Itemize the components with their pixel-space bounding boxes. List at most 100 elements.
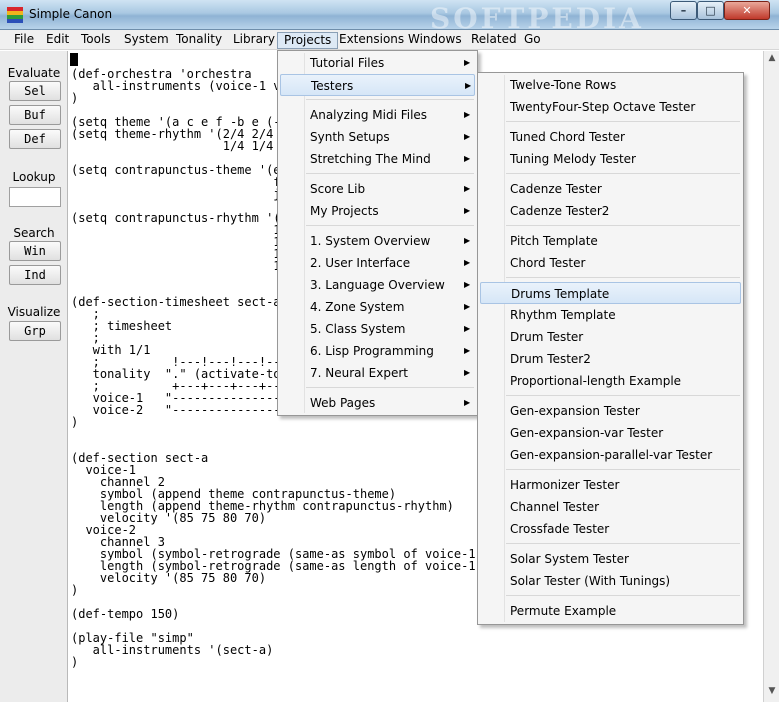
testers-item-proportional-length-example[interactable]: Proportional-length Example	[480, 370, 741, 392]
menu-projects[interactable]: Projects	[277, 32, 339, 49]
projects-menu: Tutorial Files ▶ Testers ▶ Analyzing Midi Fi…	[277, 50, 478, 416]
projects-item-score-lib[interactable]: Score Lib ▶	[280, 178, 475, 200]
menu-extensions[interactable]: Extensions	[333, 32, 410, 49]
vertical-scrollbar[interactable]: ▲ ▼	[763, 51, 779, 702]
projects-item-testers[interactable]: Testers ▶	[280, 74, 475, 96]
projects-item-7-neural-expert[interactable]: 7. Neural Expert ▶	[280, 362, 475, 384]
menu-item-label: My Projects	[310, 204, 379, 218]
submenu-arrow-icon: ▶	[464, 154, 471, 163]
menu-separator	[506, 121, 740, 122]
testers-item-tuning-melody-tester[interactable]: Tuning Melody Tester	[480, 148, 741, 170]
menu-item-label: Score Lib	[310, 182, 366, 196]
menu-edit[interactable]: Edit	[40, 32, 75, 49]
projects-item-2-user-interface[interactable]: 2. User Interface ▶	[280, 252, 475, 274]
testers-item-solar-tester-with-tunings[interactable]: Solar Tester (With Tunings)	[480, 570, 741, 592]
menu-separator	[506, 277, 740, 278]
submenu-arrow-icon: ▶	[464, 132, 471, 141]
win-button[interactable]: Win	[9, 241, 61, 261]
menu-separator	[506, 469, 740, 470]
testers-item-channel-tester[interactable]: Channel Tester	[480, 496, 741, 518]
close-button[interactable]: ✕	[724, 1, 770, 20]
testers-item-cadenze-tester[interactable]: Cadenze Tester	[480, 178, 741, 200]
menu-item-label: 7. Neural Expert	[310, 366, 408, 380]
menu-go[interactable]: Go	[518, 32, 547, 49]
testers-item-twelve-tone-rows[interactable]: Twelve-Tone Rows	[480, 74, 741, 96]
testers-item-twentyfour-step-octave-tester[interactable]: TwentyFour-Step Octave Tester	[480, 96, 741, 118]
menu-separator	[306, 387, 474, 388]
testers-item-harmonizer-tester[interactable]: Harmonizer Tester	[480, 474, 741, 496]
projects-item-5-class-system[interactable]: 5. Class System ▶	[280, 318, 475, 340]
testers-item-tuned-chord-tester[interactable]: Tuned Chord Tester	[480, 126, 741, 148]
tool-panel: Evaluate Sel Buf Def Lookup Search Win I…	[0, 51, 68, 702]
menu-item-label: Permute Example	[510, 604, 617, 618]
menu-separator	[306, 99, 474, 100]
projects-item-4-zone-system[interactable]: 4. Zone System ▶	[280, 296, 475, 318]
testers-item-drums-template[interactable]: Drums Template	[480, 282, 741, 304]
menu-item-label: 4. Zone System	[310, 300, 405, 314]
testers-item-drum-tester[interactable]: Drum Tester	[480, 326, 741, 348]
menu-item-label: TwentyFour-Step Octave Tester	[510, 100, 696, 114]
menu-file[interactable]: File	[8, 32, 40, 49]
sel-button[interactable]: Sel	[9, 81, 61, 101]
submenu-arrow-icon: ▶	[464, 58, 471, 67]
testers-item-solar-system-tester[interactable]: Solar System Tester	[480, 548, 741, 570]
menu-item-label: Twelve-Tone Rows	[510, 78, 617, 92]
menu-item-label: 3. Language Overview	[310, 278, 445, 292]
grp-button[interactable]: Grp	[9, 321, 61, 341]
menu-separator	[506, 543, 740, 544]
menu-item-label: Drums Template	[511, 287, 610, 301]
search-label: Search	[13, 226, 55, 240]
projects-item-6-lisp-programming[interactable]: 6. Lisp Programming ▶	[280, 340, 475, 362]
projects-item-stretching-the-mind[interactable]: Stretching The Mind ▶	[280, 148, 475, 170]
menu-item-label: Rhythm Template	[510, 308, 616, 322]
testers-item-gen-expansion-tester[interactable]: Gen-expansion Tester	[480, 400, 741, 422]
projects-item-analyzing-midi-files[interactable]: Analyzing Midi Files ▶	[280, 104, 475, 126]
menu-item-label: Tuning Melody Tester	[510, 152, 636, 166]
submenu-arrow-icon: ▶	[464, 206, 471, 215]
menu-item-label: 1. System Overview	[310, 234, 431, 248]
menu-tools[interactable]: Tools	[75, 32, 117, 49]
menu-windows[interactable]: Windows	[402, 32, 468, 49]
menu-item-label: Web Pages	[310, 396, 376, 410]
menu-related[interactable]: Related	[465, 32, 523, 49]
menu-tonality[interactable]: Tonality	[170, 32, 228, 49]
menu-system[interactable]: System	[118, 32, 175, 49]
submenu-arrow-icon: ▶	[464, 398, 471, 407]
maximize-button[interactable]: □	[697, 1, 724, 20]
testers-item-permute-example[interactable]: Permute Example	[480, 600, 741, 622]
minimize-button[interactable]: –	[670, 1, 697, 20]
menu-item-label: 2. User Interface	[310, 256, 411, 270]
testers-item-rhythm-template[interactable]: Rhythm Template	[480, 304, 741, 326]
menu-item-label: Crossfade Tester	[510, 522, 610, 536]
menu-item-label: Drum Tester2	[510, 352, 591, 366]
testers-item-cadenze-tester2[interactable]: Cadenze Tester2	[480, 200, 741, 222]
buf-button[interactable]: Buf	[9, 105, 61, 125]
testers-item-pitch-template[interactable]: Pitch Template	[480, 230, 741, 252]
scroll-down-arrow-icon[interactable]: ▼	[766, 686, 778, 698]
projects-item-1-system-overview[interactable]: 1. System Overview ▶	[280, 230, 475, 252]
projects-item-my-projects[interactable]: My Projects ▶	[280, 200, 475, 222]
menu-item-label: Synth Setups	[310, 130, 390, 144]
lookup-input[interactable]	[9, 187, 61, 207]
menu-item-label: Tuned Chord Tester	[510, 130, 625, 144]
projects-item-tutorial-files[interactable]: Tutorial Files ▶	[280, 52, 475, 74]
testers-item-chord-tester[interactable]: Chord Tester	[480, 252, 741, 274]
menu-item-label: Harmonizer Tester	[510, 478, 620, 492]
menu-item-label: Stretching The Mind	[310, 152, 431, 166]
ind-button[interactable]: Ind	[9, 265, 61, 285]
scroll-up-arrow-icon[interactable]: ▲	[766, 53, 778, 65]
testers-item-drum-tester2[interactable]: Drum Tester2	[480, 348, 741, 370]
testers-item-gen-expansion-var-tester[interactable]: Gen-expansion-var Tester	[480, 422, 741, 444]
submenu-arrow-icon: ▶	[464, 110, 471, 119]
projects-item-synth-setups[interactable]: Synth Setups ▶	[280, 126, 475, 148]
menu-separator	[506, 595, 740, 596]
testers-item-gen-expansion-parallel-var-tester[interactable]: Gen-expansion-parallel-var Tester	[480, 444, 741, 466]
submenu-arrow-icon: ▶	[464, 236, 471, 245]
lookup-label: Lookup	[12, 170, 56, 184]
menu-library[interactable]: Library	[227, 32, 281, 49]
projects-item-3-language-overview[interactable]: 3. Language Overview ▶	[280, 274, 475, 296]
projects-item-web-pages[interactable]: Web Pages ▶	[280, 392, 475, 414]
testers-item-crossfade-tester[interactable]: Crossfade Tester	[480, 518, 741, 540]
def-button[interactable]: Def	[9, 129, 61, 149]
visualize-label: Visualize	[7, 305, 61, 319]
